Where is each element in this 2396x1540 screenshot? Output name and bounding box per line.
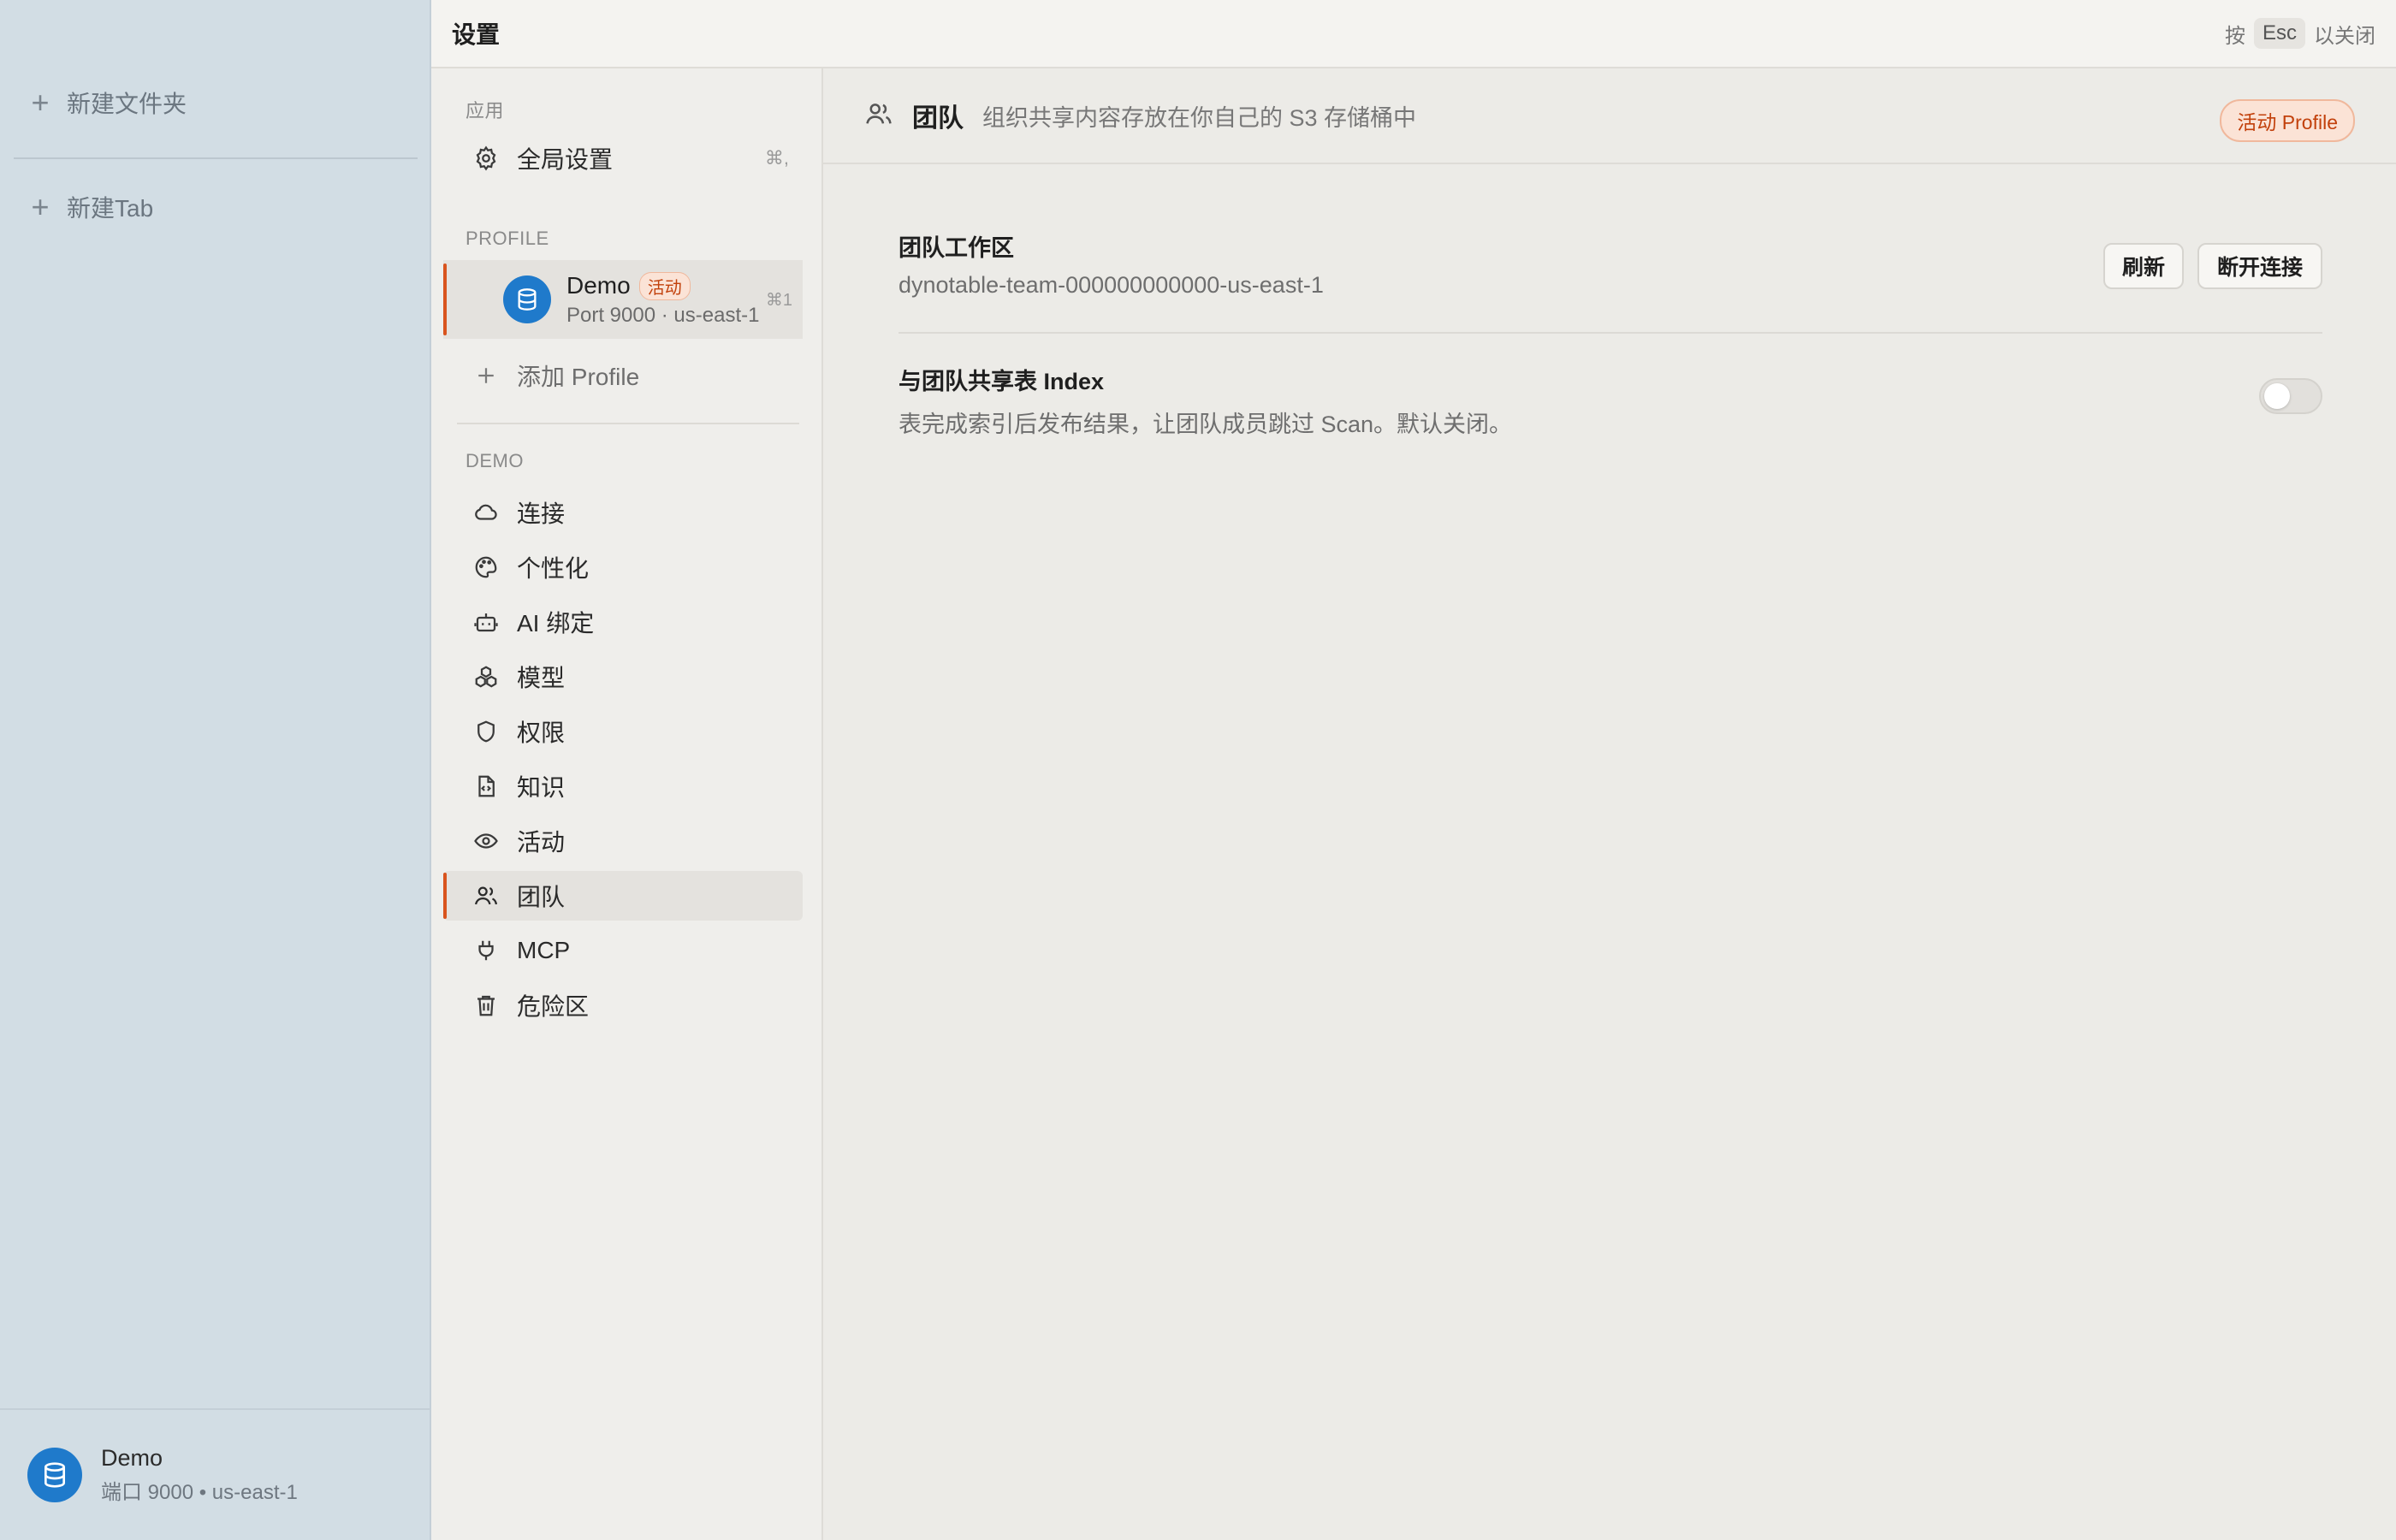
settings-nav: 应用 全局设置 ⌘, PROFILE Demo 活动 Port 9000 · u…	[431, 68, 823, 1540]
refresh-button[interactable]: 刷新	[2103, 243, 2184, 289]
section-demo: DEMO	[466, 450, 524, 471]
plug-icon	[472, 937, 500, 964]
nav-label: MCP	[517, 937, 571, 963]
footer-profile-subtitle: 端口 9000 • us-east-1	[101, 1481, 298, 1504]
new-folder-label: 新建文件夹	[67, 91, 187, 117]
document-code-icon	[472, 773, 500, 800]
profile-item-demo[interactable]: Demo 活动 Port 9000 · us-east-1 ⌘1	[443, 260, 803, 339]
share-index-title: 与团队共享表 Index	[898, 369, 1105, 394]
settings-header: 设置 按 Esc 以关闭	[431, 0, 2396, 68]
share-index-toggle[interactable]	[2259, 378, 2322, 414]
shield-icon	[472, 718, 500, 745]
page-subtitle: 组织共享内容存放在你自己的 S3 存储桶中	[982, 104, 1417, 131]
active-badge: 活动	[638, 271, 691, 300]
settings-content: 团队 组织共享内容存放在你自己的 S3 存储桶中 活动 Profile 团队工作…	[823, 68, 2396, 1540]
plus-icon	[472, 362, 500, 389]
add-profile-button[interactable]: 添加 Profile	[443, 351, 803, 400]
nav-item-danger-zone[interactable]: 危险区	[443, 980, 803, 1030]
nav-item-models[interactable]: 模型	[443, 652, 803, 702]
esc-suffix: 以关闭	[2314, 24, 2375, 48]
app-sidebar: + 新建文件夹 + 新建Tab Demo 端口 9000 • us-east-1	[0, 0, 431, 1540]
eye-icon	[472, 827, 500, 855]
section-profile: PROFILE	[466, 228, 549, 249]
new-folder-button[interactable]: + 新建文件夹	[27, 77, 404, 128]
nav-item-activity[interactable]: 活动	[443, 816, 803, 866]
share-index-description: 表完成索引后发布结果，让团队成员跳过 Scan。默认关闭。	[898, 412, 1513, 437]
nav-label: 全局设置	[517, 146, 614, 173]
page-title: 团队	[912, 104, 964, 133]
new-tab-button[interactable]: + 新建Tab	[27, 181, 404, 233]
nav-label: 连接	[517, 500, 566, 527]
nav-item-team[interactable]: 团队	[443, 871, 803, 921]
esc-hint: 按 Esc 以关闭	[2225, 18, 2375, 49]
active-profile-badge: 活动 Profile	[2220, 99, 2355, 142]
nav-label: 添加 Profile	[517, 364, 640, 390]
new-tab-label: 新建Tab	[67, 195, 154, 222]
nav-label: AI 绑定	[517, 610, 595, 637]
footer-profile-name: Demo	[101, 1445, 163, 1471]
robot-icon	[472, 608, 500, 636]
cubes-icon	[472, 663, 500, 690]
nav-divider	[457, 423, 799, 424]
nav-item-personalize[interactable]: 个性化	[443, 542, 803, 592]
nav-item-ai-binding[interactable]: AI 绑定	[443, 597, 803, 647]
content-header: 团队 组织共享内容存放在你自己的 S3 存储桶中 活动 Profile	[823, 68, 2396, 164]
toggle-knob	[2264, 383, 2290, 409]
sidebar-divider	[14, 157, 418, 159]
nav-label: 模型	[517, 665, 566, 691]
settings-title: 设置	[452, 21, 501, 48]
database-icon	[27, 1448, 82, 1502]
section-divider	[898, 332, 2322, 334]
plus-icon: +	[31, 85, 50, 120]
shortcut-hint: ⌘1	[765, 291, 792, 310]
profile-name: Demo	[566, 272, 631, 299]
nav-label: 知识	[517, 774, 566, 801]
nav-label: 个性化	[517, 555, 590, 582]
esc-key: Esc	[2253, 18, 2305, 49]
nav-item-permissions[interactable]: 权限	[443, 707, 803, 756]
cloud-icon	[472, 499, 500, 526]
nav-label: 活动	[517, 829, 566, 856]
section-app: 应用	[466, 100, 505, 121]
profile-subtitle: Port 9000 · us-east-1	[566, 303, 760, 327]
nav-label: 权限	[517, 720, 566, 746]
database-icon	[503, 275, 551, 323]
disconnect-button[interactable]: 断开连接	[2197, 243, 2322, 289]
app-window: + 新建文件夹 + 新建Tab Demo 端口 9000 • us-east-1…	[0, 0, 2396, 1540]
nav-item-knowledge[interactable]: 知识	[443, 761, 803, 811]
nav-item-connection[interactable]: 连接	[443, 488, 803, 537]
nav-label: 危险区	[517, 993, 590, 1020]
shortcut-hint: ⌘,	[764, 147, 789, 169]
users-icon	[864, 99, 893, 133]
plus-icon: +	[31, 189, 50, 224]
users-icon	[472, 882, 500, 909]
nav-item-global-settings[interactable]: 全局设置 ⌘,	[443, 133, 803, 183]
workspace-value: dynotable-team-000000000000-us-east-1	[898, 272, 1324, 298]
gear-icon	[472, 145, 500, 172]
workspace-title: 团队工作区	[898, 235, 1014, 261]
trash-icon	[472, 992, 500, 1019]
palette-icon	[472, 554, 500, 581]
profile-switcher[interactable]: Demo 端口 9000 • us-east-1	[0, 1408, 430, 1540]
esc-prefix: 按	[2224, 24, 2245, 48]
nav-label: 团队	[517, 884, 566, 910]
nav-item-mcp[interactable]: MCP	[443, 926, 803, 975]
